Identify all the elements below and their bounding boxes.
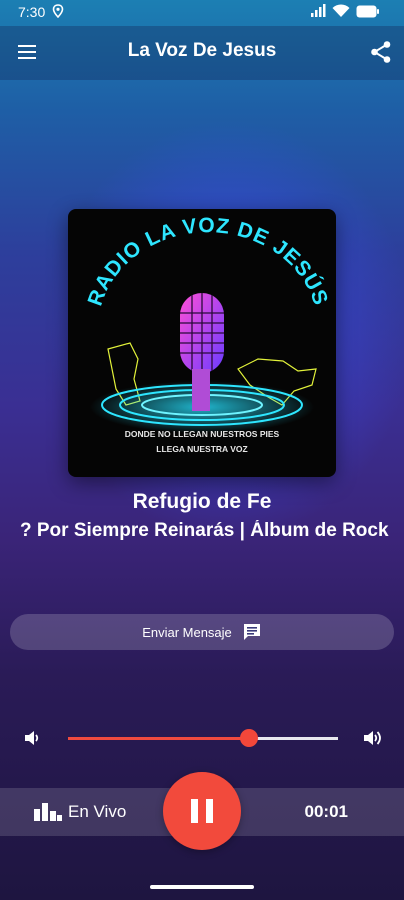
send-message-label: Enviar Mensaje	[142, 624, 232, 640]
battery-icon	[356, 5, 379, 17]
art-tagline-1: DONDE NO LLEGAN NUESTROS PIES	[125, 429, 280, 439]
status-bar: 7:30	[0, 0, 404, 26]
pause-icon-bar	[206, 799, 213, 823]
pause-icon-bar	[191, 799, 198, 823]
status-time: 7:30	[18, 4, 46, 20]
volume-down-icon[interactable]	[22, 728, 42, 752]
live-indicator: En Vivo	[34, 802, 126, 822]
art-tagline-2: LLEGA NUESTRA VOZ	[156, 444, 247, 454]
app-title: La Voz De Jesus	[127, 40, 277, 61]
volume-slider[interactable]	[68, 729, 338, 747]
home-indicator[interactable]	[150, 885, 254, 889]
elapsed-time: 00:01	[304, 802, 348, 821]
live-label: En Vivo	[68, 802, 127, 821]
signal-icon	[311, 4, 326, 17]
pause-button[interactable]	[163, 772, 241, 850]
location-icon	[52, 4, 64, 21]
app-bar: La Voz De Jesus	[0, 26, 404, 80]
album-art: RADIO LA VOZ DE JESÚS DONDE NO LLEGAN NU…	[68, 209, 336, 477]
volume-fill	[68, 737, 249, 740]
message-icon	[243, 624, 260, 640]
track-title: Refugio de Fe	[132, 490, 272, 513]
share-icon[interactable]	[370, 40, 392, 68]
volume-up-icon[interactable]	[362, 728, 384, 752]
send-message-button[interactable]: Enviar Mensaje	[10, 614, 394, 650]
track-subtitle: ? Por Siempre Reinarás | Álbum de Rock	[20, 520, 389, 541]
wifi-icon	[332, 4, 350, 17]
equalizer-icon	[34, 803, 62, 821]
status-icons	[310, 4, 380, 18]
volume-thumb[interactable]	[239, 729, 258, 747]
